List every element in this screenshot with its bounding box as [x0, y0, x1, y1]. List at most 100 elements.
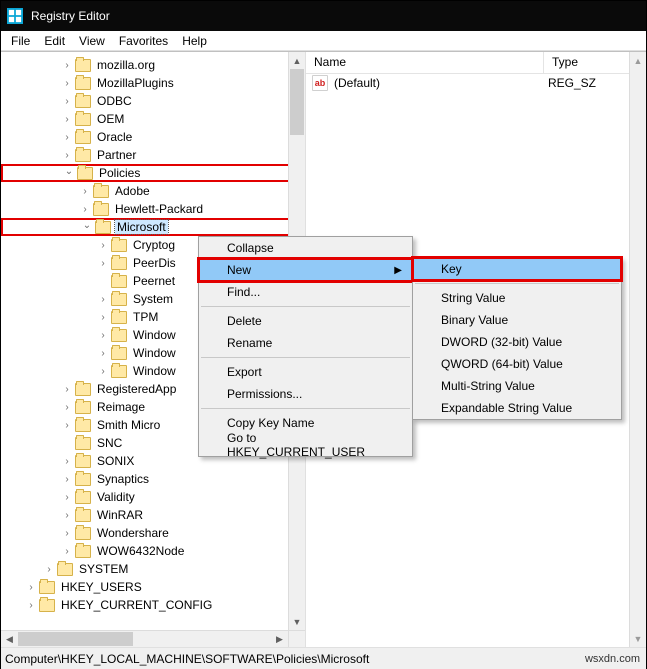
expander-icon[interactable]: [61, 474, 73, 485]
tree-item-label: SNC: [95, 436, 124, 450]
scroll-up-button[interactable]: ▲: [630, 52, 646, 69]
tree-item-label: OEM: [95, 112, 126, 126]
expander-icon[interactable]: [61, 528, 73, 539]
tree-item-microsoft[interactable]: Microsoft: [1, 218, 305, 236]
expander-icon[interactable]: [25, 600, 37, 611]
expander-icon[interactable]: [97, 294, 109, 305]
new-item-qword-64-bit-value[interactable]: QWORD (64-bit) Value: [413, 353, 621, 375]
tree-item-validity[interactable]: Validity: [1, 488, 305, 506]
ctx-item-go-to-hkey-current-user[interactable]: Go to HKEY_CURRENT_USER: [199, 434, 412, 456]
expander-icon[interactable]: [61, 114, 73, 125]
list-vertical-scrollbar[interactable]: ▲ ▼: [629, 52, 646, 647]
scroll-down-button[interactable]: ▼: [630, 630, 646, 647]
tree-item-oracle[interactable]: Oracle: [1, 128, 305, 146]
context-menu[interactable]: CollapseNew▶ Find... Delete Rename ExportPer…: [198, 236, 413, 457]
tree-item-wow6432node[interactable]: WOW6432Node: [1, 542, 305, 560]
tree-item-mozillaplugins[interactable]: MozillaPlugins: [1, 74, 305, 92]
expander-icon[interactable]: [61, 384, 73, 395]
tree-item-winrar[interactable]: WinRAR: [1, 506, 305, 524]
expander-icon[interactable]: [97, 366, 109, 377]
ctx-item-rename[interactable]: Rename: [199, 332, 412, 354]
tree-item-label: RegisteredApp: [95, 382, 178, 396]
expander-icon[interactable]: [61, 78, 73, 89]
folder-icon: [93, 185, 109, 198]
folder-icon: [75, 401, 91, 414]
ctx-item-delete[interactable]: Delete: [199, 310, 412, 332]
credit-text: wsxdn.com: [585, 653, 640, 665]
expander-icon[interactable]: [25, 582, 37, 593]
expander-icon[interactable]: [79, 186, 91, 197]
menu-edit[interactable]: Edit: [38, 32, 71, 50]
scroll-left-button[interactable]: ◀: [1, 631, 18, 647]
expander-icon[interactable]: [97, 330, 109, 341]
menubar: File Edit View Favorites Help: [1, 31, 646, 51]
tree-item-wondershare[interactable]: Wondershare: [1, 524, 305, 542]
expander-icon[interactable]: [97, 240, 109, 251]
tree-item-policies[interactable]: Policies: [1, 164, 305, 182]
expander-icon[interactable]: [61, 60, 73, 71]
expander-icon[interactable]: [97, 348, 109, 359]
menu-item-label: Key: [441, 262, 462, 276]
tree-item-odbc[interactable]: ODBC: [1, 92, 305, 110]
menu-item-label: Find...: [227, 285, 260, 299]
menu-item-label: Delete: [227, 314, 262, 328]
expander-icon[interactable]: [43, 564, 55, 575]
menu-file[interactable]: File: [5, 32, 36, 50]
expander-icon[interactable]: [61, 96, 73, 107]
menu-view[interactable]: View: [73, 32, 111, 50]
menu-help[interactable]: Help: [176, 32, 213, 50]
tree-item-partner[interactable]: Partner: [1, 146, 305, 164]
expander-icon[interactable]: [61, 546, 73, 557]
expander-icon[interactable]: [61, 150, 73, 161]
expander-icon[interactable]: [61, 456, 73, 467]
tree-item-label: Window: [131, 346, 178, 360]
new-item-string-value[interactable]: String Value: [413, 287, 621, 309]
tree-item-adobe[interactable]: Adobe: [1, 182, 305, 200]
tree-horizontal-scrollbar[interactable]: ◀ ▶: [1, 630, 305, 647]
tree-item-label: System: [131, 292, 175, 306]
hscroll-thumb[interactable]: [18, 632, 133, 646]
new-item-key[interactable]: Key: [413, 258, 621, 280]
column-name[interactable]: Name: [306, 52, 544, 73]
expander-icon[interactable]: [61, 492, 73, 503]
expander-icon[interactable]: [61, 132, 73, 143]
ctx-item-permissions-[interactable]: Permissions...: [199, 383, 412, 405]
scroll-thumb[interactable]: [290, 69, 304, 135]
ctx-item-new[interactable]: New▶: [199, 259, 412, 281]
tree-item-oem[interactable]: OEM: [1, 110, 305, 128]
new-item-multi-string-value[interactable]: Multi-String Value: [413, 375, 621, 397]
tree-item-hewlett-packard[interactable]: Hewlett-Packard: [1, 200, 305, 218]
expander-icon[interactable]: [61, 420, 73, 431]
submenu-new[interactable]: Key String ValueBinary ValueDWORD (32-bit…: [412, 257, 622, 420]
new-item-dword-32-bit-value[interactable]: DWORD (32-bit) Value: [413, 331, 621, 353]
tree-item-hkey-current-config[interactable]: HKEY_CURRENT_CONFIG: [1, 596, 305, 614]
scroll-down-button[interactable]: ▼: [289, 613, 305, 630]
expander-icon[interactable]: [79, 204, 91, 215]
tree-item-label: Reimage: [95, 400, 147, 414]
ctx-item-find-[interactable]: Find...: [199, 281, 412, 303]
tree-item-label: HKEY_CURRENT_CONFIG: [59, 598, 214, 612]
tree-item-label: ODBC: [95, 94, 134, 108]
expander-icon[interactable]: [81, 222, 93, 233]
folder-icon: [111, 293, 127, 306]
new-item-binary-value[interactable]: Binary Value: [413, 309, 621, 331]
tree-item-synaptics[interactable]: Synaptics: [1, 470, 305, 488]
scroll-up-button[interactable]: ▲: [289, 52, 305, 69]
expander-icon[interactable]: [63, 168, 75, 179]
menu-favorites[interactable]: Favorites: [113, 32, 174, 50]
folder-icon: [111, 275, 127, 288]
tree-item-system[interactable]: SYSTEM: [1, 560, 305, 578]
list-row[interactable]: ab (Default) REG_SZ: [306, 74, 646, 92]
ctx-item-collapse[interactable]: Collapse: [199, 237, 412, 259]
expander-icon[interactable]: [97, 258, 109, 269]
new-item-expandable-string-value[interactable]: Expandable String Value: [413, 397, 621, 419]
ctx-item-export[interactable]: Export: [199, 361, 412, 383]
expander-icon[interactable]: [97, 312, 109, 323]
tree-item-label: Cryptog: [131, 238, 177, 252]
folder-icon: [111, 347, 127, 360]
scroll-right-button[interactable]: ▶: [271, 631, 288, 647]
tree-item-hkey-users[interactable]: HKEY_USERS: [1, 578, 305, 596]
expander-icon[interactable]: [61, 402, 73, 413]
expander-icon[interactable]: [61, 510, 73, 521]
tree-item-mozilla-org[interactable]: mozilla.org: [1, 56, 305, 74]
